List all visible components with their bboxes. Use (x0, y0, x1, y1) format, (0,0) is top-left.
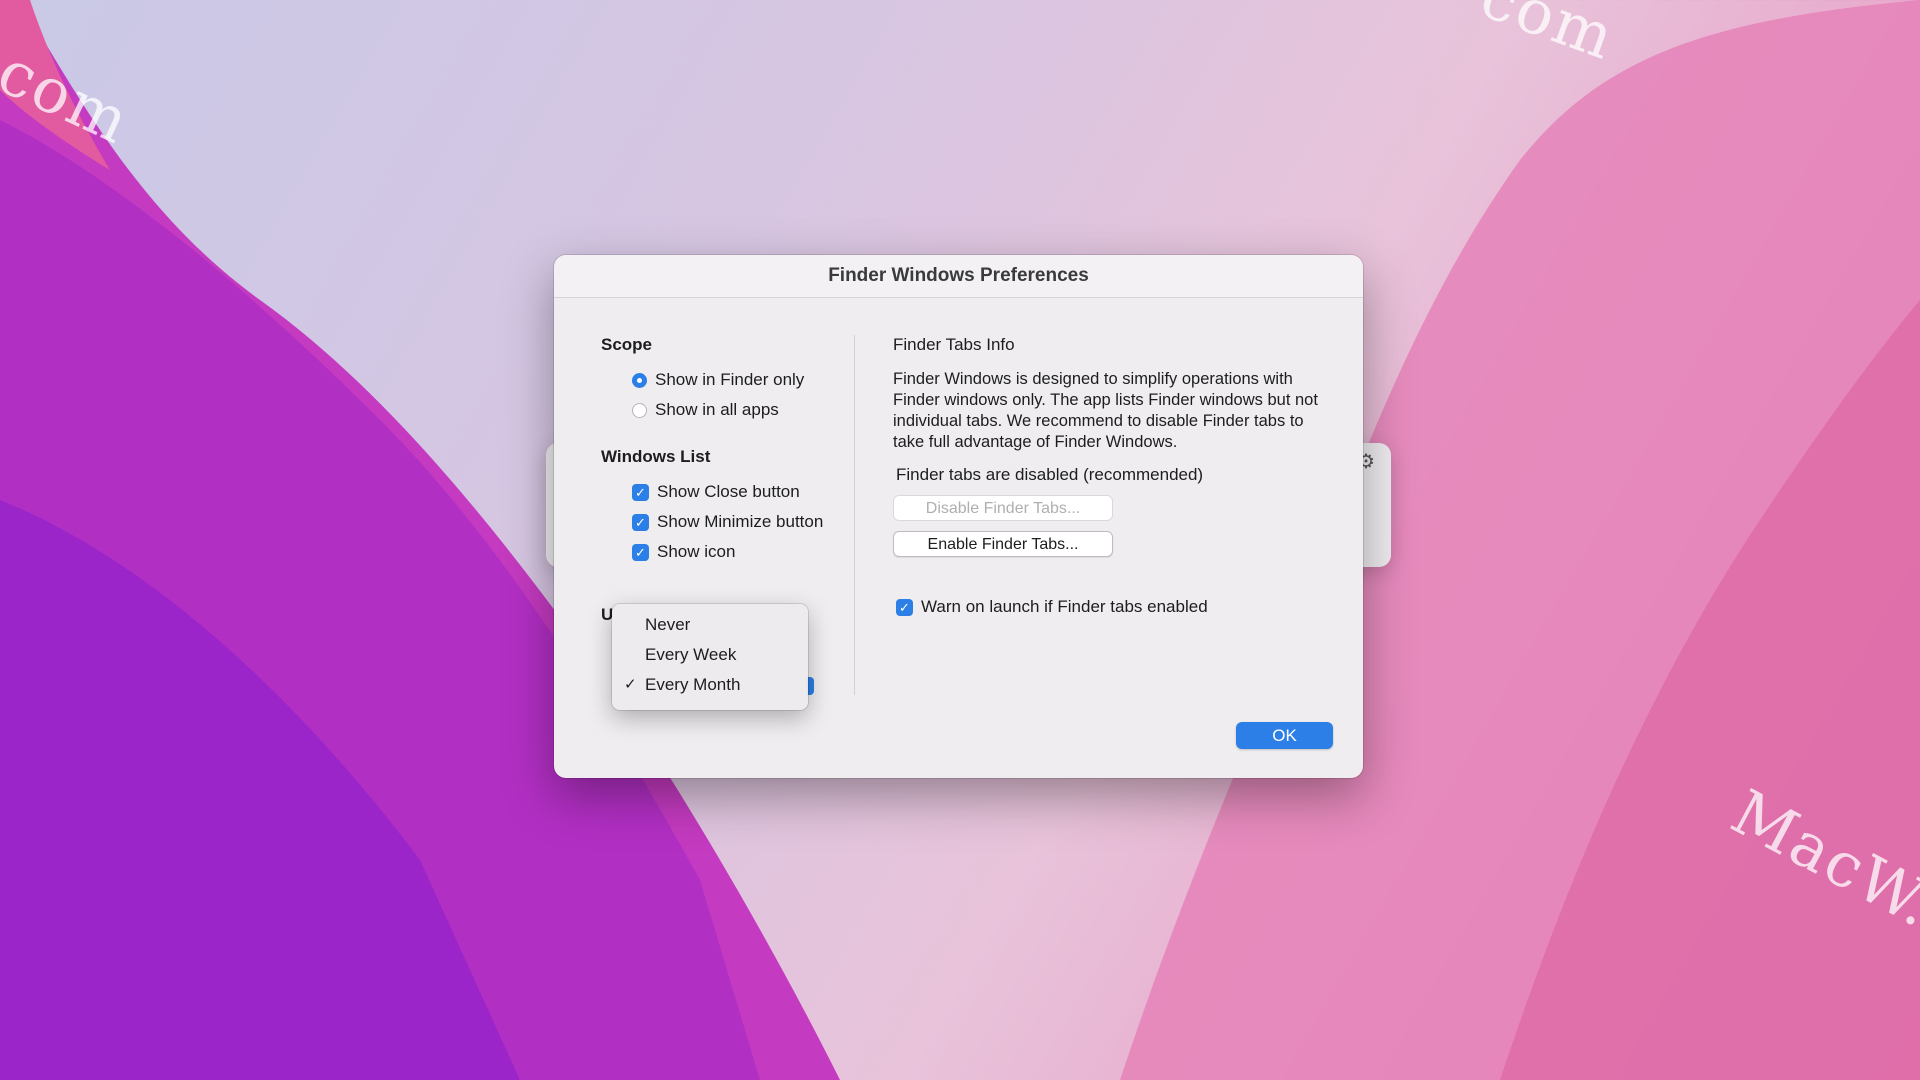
update-frequency-menu: Never Every Week ✓ Every Month (612, 604, 808, 710)
checkbox[interactable]: ✓ (632, 483, 649, 501)
windows-list-title: Windows List (601, 447, 711, 466)
enable-finder-tabs-button[interactable]: Enable Finder Tabs... (893, 531, 1113, 557)
left-column: Scope Show in Finder only Show in all ap… (601, 335, 831, 567)
menu-item-every-week[interactable]: Every Week (612, 640, 808, 670)
scope-title: Scope (601, 335, 653, 354)
radio-button-selected[interactable] (632, 372, 647, 388)
scope-option-finder-only[interactable]: Show in Finder only (632, 365, 831, 395)
warn-on-launch-option[interactable]: ✓ Warn on launch if Finder tabs enabled (896, 597, 1333, 617)
checkbox-label: Show Close button (657, 482, 800, 501)
menu-item-label: Every Week (645, 645, 737, 664)
finder-tabs-status: Finder tabs are disabled (recommended) (896, 465, 1204, 484)
checkbox-label: Show icon (657, 542, 736, 561)
scope-option-all-apps[interactable]: Show in all apps (632, 395, 831, 425)
disable-finder-tabs-button[interactable]: Disable Finder Tabs... (893, 495, 1113, 521)
finder-tabs-info-title: Finder Tabs Info (893, 335, 1015, 354)
menu-item-every-month[interactable]: ✓ Every Month (612, 670, 808, 700)
show-close-button-option[interactable]: ✓ Show Close button (632, 477, 831, 507)
scope-option-label: Show in all apps (655, 400, 779, 419)
window-title: Finder Windows Preferences (554, 255, 1363, 298)
scope-option-label: Show in Finder only (655, 370, 805, 389)
ok-button[interactable]: OK (1236, 722, 1333, 749)
checkbox-label: Warn on launch if Finder tabs enabled (921, 597, 1208, 616)
checkbox[interactable]: ✓ (632, 513, 649, 531)
finder-tabs-info-text: Finder Windows is designed to simplify o… (893, 370, 1318, 451)
menu-item-label: Every Month (645, 675, 741, 694)
checkbox-label: Show Minimize button (657, 512, 824, 531)
checkbox[interactable]: ✓ (632, 543, 649, 561)
checkbox[interactable]: ✓ (896, 598, 913, 616)
menu-item-label: Never (645, 615, 691, 634)
show-icon-option[interactable]: ✓ Show icon (632, 537, 831, 567)
column-divider (854, 335, 855, 695)
right-column: Finder Tabs Info Finder Windows is desig… (893, 335, 1333, 617)
show-minimize-button-option[interactable]: ✓ Show Minimize button (632, 507, 831, 537)
menu-item-never[interactable]: Never (612, 610, 808, 640)
radio-button[interactable] (632, 402, 647, 418)
checkmark-icon: ✓ (624, 676, 637, 693)
